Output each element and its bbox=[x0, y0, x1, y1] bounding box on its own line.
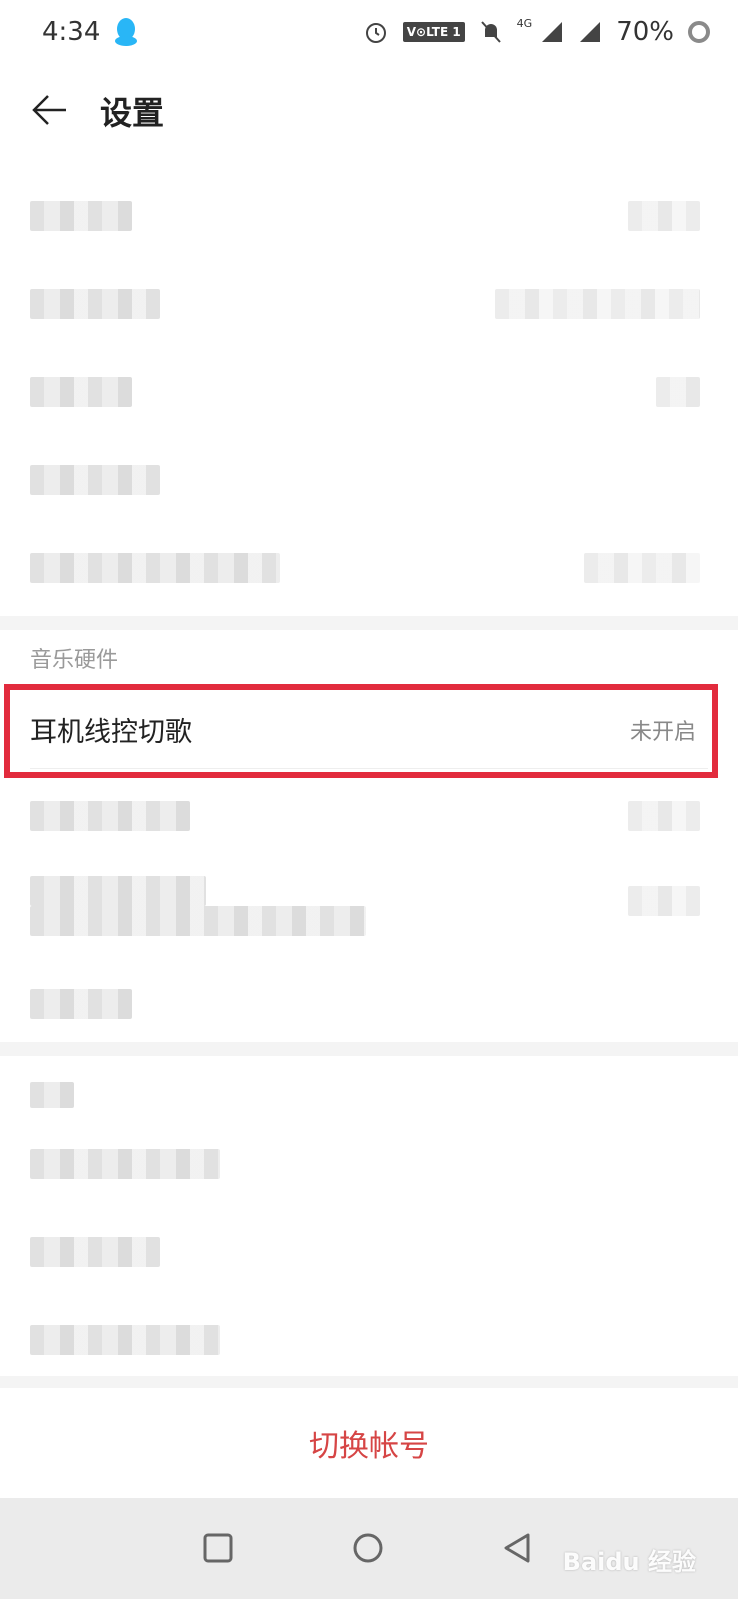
status-left: 4:34 bbox=[42, 17, 138, 47]
blurred-label bbox=[30, 553, 280, 583]
blurred-sublabel bbox=[30, 906, 366, 936]
blurred-value bbox=[628, 886, 700, 916]
settings-row-blurred[interactable] bbox=[0, 436, 738, 524]
signal-icon-2 bbox=[580, 22, 601, 42]
blurred-label bbox=[30, 289, 160, 319]
blurred-label bbox=[30, 1325, 220, 1355]
network-type: 4G bbox=[516, 16, 533, 30]
mute-bell-icon bbox=[480, 21, 501, 43]
blurred-label bbox=[30, 1149, 220, 1179]
settings-row-blurred[interactable] bbox=[0, 260, 738, 348]
blurred-value bbox=[628, 201, 700, 231]
switch-account-button[interactable]: 切换帐号 bbox=[0, 1388, 738, 1498]
alarm-icon bbox=[365, 23, 386, 43]
section-label: 音乐硬件 bbox=[30, 648, 119, 673]
app-bar: 设置 bbox=[0, 64, 738, 164]
status-right: V⊙LTE 1 4G 70% bbox=[363, 17, 710, 47]
settings-row-blurred[interactable] bbox=[0, 860, 738, 970]
recents-square-icon[interactable] bbox=[200, 1530, 236, 1566]
blurred-value bbox=[495, 289, 700, 319]
blurred-label bbox=[30, 465, 160, 495]
blurred-label bbox=[30, 989, 132, 1019]
blurred-value bbox=[656, 377, 700, 407]
qq-penguin-icon bbox=[115, 18, 138, 46]
back-arrow-icon[interactable] bbox=[30, 90, 70, 130]
signal-icon-1 bbox=[542, 22, 563, 42]
blurred-label bbox=[30, 876, 206, 906]
settings-row-blurred[interactable] bbox=[0, 1208, 738, 1296]
status-bar: 4:34 V⊙LTE 1 4G 70% bbox=[0, 0, 738, 64]
section-divider bbox=[0, 1042, 738, 1056]
blurred-label bbox=[30, 1237, 160, 1267]
blurred-value bbox=[584, 553, 700, 583]
home-circle-icon[interactable] bbox=[350, 1530, 386, 1566]
blurred-section-label bbox=[30, 1082, 74, 1108]
settings-row-blurred[interactable] bbox=[0, 960, 738, 1048]
back-triangle-icon[interactable] bbox=[500, 1530, 536, 1566]
settings-row-blurred[interactable] bbox=[0, 172, 738, 260]
settings-row-blurred[interactable] bbox=[0, 1120, 738, 1208]
blurred-label bbox=[30, 201, 132, 231]
page-title: 设置 bbox=[100, 94, 165, 132]
watermark-logo: Baidu 经验 bbox=[562, 1548, 696, 1576]
settings-row-blurred[interactable] bbox=[0, 1296, 738, 1384]
settings-row-blurred[interactable] bbox=[0, 772, 738, 860]
highlight-box bbox=[4, 684, 718, 778]
battery-percent: 70% bbox=[616, 17, 674, 47]
settings-row-blurred[interactable] bbox=[0, 524, 738, 612]
section-divider bbox=[0, 616, 738, 630]
battery-ring-icon bbox=[688, 21, 710, 43]
blurred-value bbox=[628, 801, 700, 831]
blurred-label bbox=[30, 377, 132, 407]
volte-badge: V⊙LTE 1 bbox=[402, 22, 465, 42]
status-time: 4:34 bbox=[42, 17, 101, 47]
settings-row-blurred[interactable] bbox=[0, 348, 738, 436]
blurred-label bbox=[30, 801, 190, 831]
